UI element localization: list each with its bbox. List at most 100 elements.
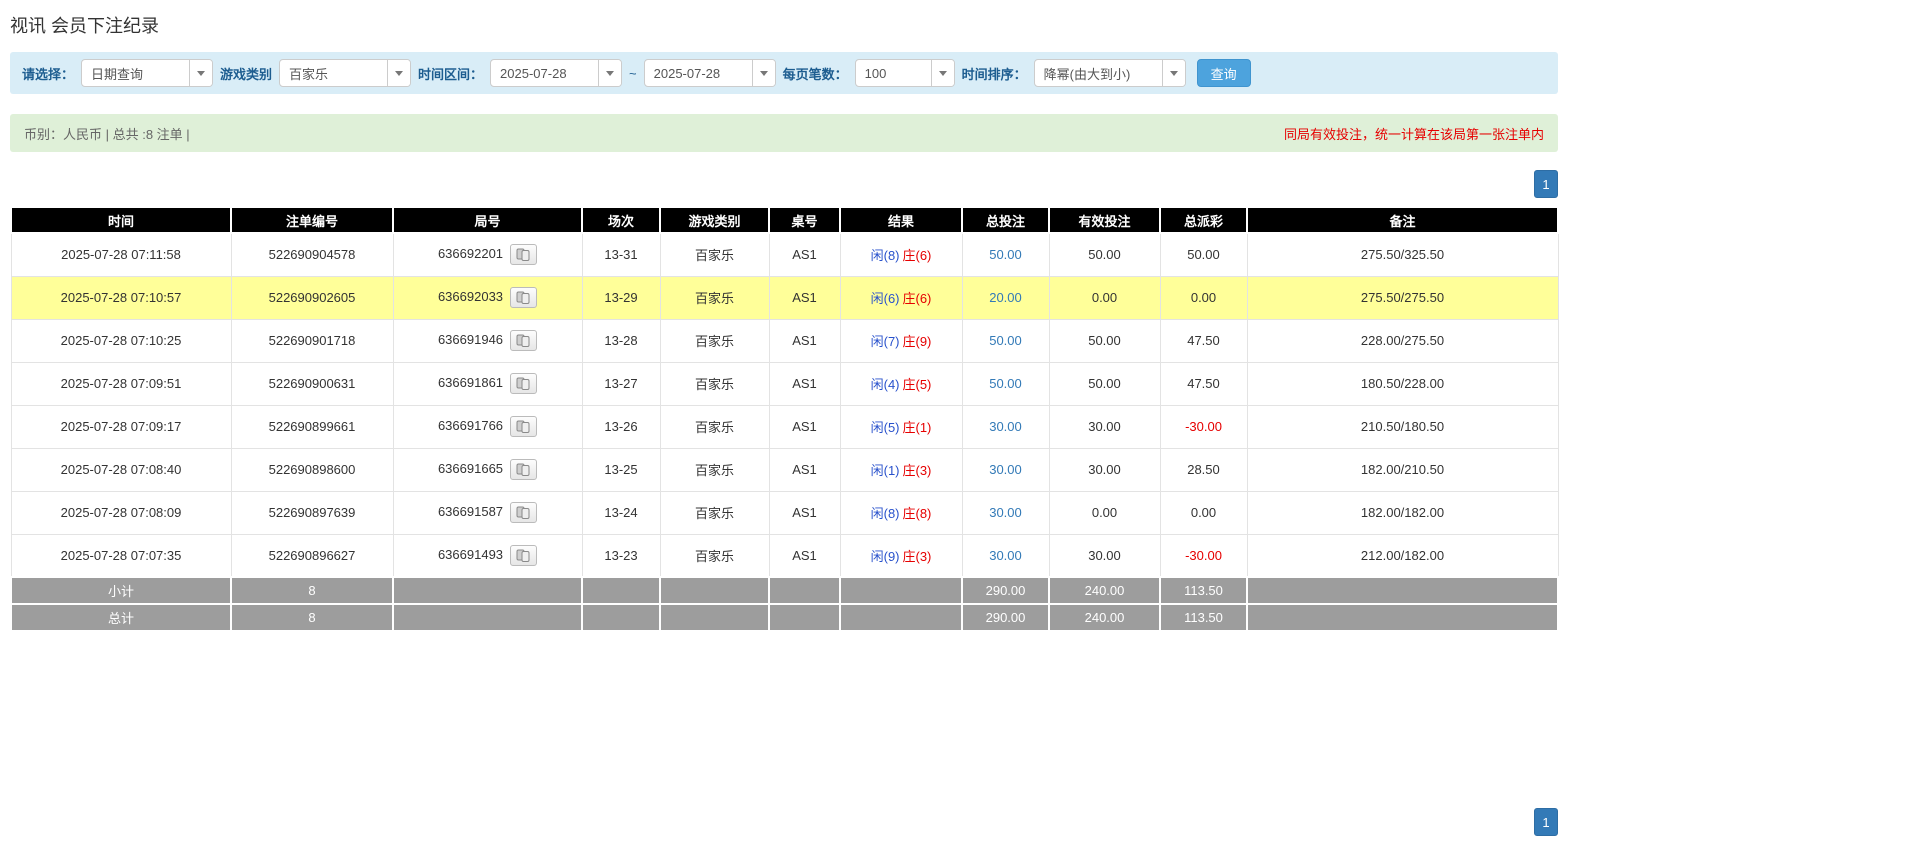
cell-bet-id: 522690902605: [231, 276, 393, 319]
total-label: 总计: [11, 604, 231, 631]
cell-bet-id: 522690898600: [231, 448, 393, 491]
cell-valid-bet: 50.00: [1049, 362, 1160, 405]
cell-valid-bet: 0.00: [1049, 276, 1160, 319]
date-from-dropdown-button[interactable]: [598, 60, 621, 86]
cards-icon: [516, 291, 531, 304]
cell-session: 13-24: [582, 491, 660, 534]
cell-remark: 180.50/228.00: [1247, 362, 1558, 405]
game-type-label: 游戏类别: [220, 64, 272, 83]
view-round-cards-button[interactable]: [510, 373, 537, 394]
result-banker: 庄(3): [903, 549, 932, 564]
cell-game-type: 百家乐: [660, 233, 769, 276]
result-banker: 庄(6): [903, 248, 932, 263]
time-sort-dropdown-button[interactable]: [1162, 60, 1185, 86]
cell-bet-id: 522690897639: [231, 491, 393, 534]
view-round-cards-button[interactable]: [510, 330, 537, 351]
subtotal-payout: 113.50: [1160, 577, 1247, 604]
result-banker: 庄(8): [903, 506, 932, 521]
total-bet-link[interactable]: 30.00: [989, 462, 1022, 477]
total-bet-link[interactable]: 20.00: [989, 290, 1022, 305]
game-type-dropdown-button[interactable]: [387, 60, 410, 86]
total-bet-link[interactable]: 50.00: [989, 247, 1022, 262]
bet-records-table: 时间 注单编号 局号 场次 游戏类别 桌号 结果 总投注 有效投注 总派彩 备注…: [10, 206, 1559, 632]
view-round-cards-button[interactable]: [510, 416, 537, 437]
pagination-top: 1: [10, 170, 1558, 198]
result-player: 闲(8): [871, 506, 900, 521]
table-body: 2025-07-28 07:11:58 522690904578 6366922…: [11, 233, 1558, 577]
cell-round-id: 636691766: [393, 405, 582, 448]
total-bet-link[interactable]: 50.00: [989, 376, 1022, 391]
subtotal-label: 小计: [11, 577, 231, 604]
cell-table-no: AS1: [769, 491, 840, 534]
header-result: 结果: [840, 207, 962, 233]
view-round-cards-button[interactable]: [510, 244, 537, 265]
table-row: 2025-07-28 07:10:25 522690901718 6366919…: [11, 319, 1558, 362]
page-button-1[interactable]: 1: [1534, 170, 1558, 198]
view-round-cards-button[interactable]: [510, 502, 537, 523]
cell-payout: -30.00: [1160, 534, 1247, 577]
cell-session: 13-29: [582, 276, 660, 319]
date-to-select[interactable]: 2025-07-28: [644, 59, 776, 87]
date-to-dropdown-button[interactable]: [752, 60, 775, 86]
page-button-1-bottom[interactable]: 1: [1534, 808, 1558, 836]
cell-round-id: 636691861: [393, 362, 582, 405]
total-bet-link[interactable]: 30.00: [989, 419, 1022, 434]
time-sort-select[interactable]: 降幂(由大到小): [1034, 59, 1186, 87]
total-bet-link[interactable]: 30.00: [989, 548, 1022, 563]
game-type-select[interactable]: 百家乐: [279, 59, 411, 87]
date-range-label: 时间区间：: [418, 64, 483, 83]
date-from-select[interactable]: 2025-07-28: [490, 59, 622, 87]
date-from-value: 2025-07-28: [491, 60, 598, 86]
cell-result: 闲(7)庄(9): [840, 319, 962, 362]
cell-valid-bet: 30.00: [1049, 405, 1160, 448]
cell-payout: 50.00: [1160, 233, 1247, 276]
query-type-dropdown-button[interactable]: [189, 60, 212, 86]
view-round-cards-button[interactable]: [510, 545, 537, 566]
cell-result: 闲(5)庄(1): [840, 405, 962, 448]
page-size-dropdown-button[interactable]: [931, 60, 954, 86]
chevron-down-icon: [395, 71, 403, 76]
table-header: 时间 注单编号 局号 场次 游戏类别 桌号 结果 总投注 有效投注 总派彩 备注: [11, 207, 1558, 233]
cell-total-bet: 30.00: [962, 405, 1049, 448]
page-title: 视讯 会员下注纪录: [10, 12, 1558, 38]
result-banker: 庄(1): [903, 420, 932, 435]
result-player: 闲(7): [871, 334, 900, 349]
cell-bet-id: 522690899661: [231, 405, 393, 448]
cell-game-type: 百家乐: [660, 319, 769, 362]
cell-remark: 228.00/275.50: [1247, 319, 1558, 362]
page-size-select[interactable]: 100: [855, 59, 955, 87]
cell-bet-id: 522690900631: [231, 362, 393, 405]
round-id-value: 636692033: [438, 289, 503, 304]
header-game-type: 游戏类别: [660, 207, 769, 233]
cell-game-type: 百家乐: [660, 362, 769, 405]
cell-payout: -30.00: [1160, 405, 1247, 448]
pagination-bottom: 1: [10, 808, 1558, 836]
cell-time: 2025-07-28 07:07:35: [11, 534, 231, 577]
cards-icon: [516, 463, 531, 476]
cell-session: 13-26: [582, 405, 660, 448]
summary-text: 币别：人民币 | 总共 :8 注单 |: [24, 124, 190, 143]
cell-payout: 47.50: [1160, 319, 1247, 362]
query-type-select[interactable]: 日期查询: [81, 59, 213, 87]
header-session: 场次: [582, 207, 660, 233]
cell-game-type: 百家乐: [660, 276, 769, 319]
total-payout: 113.50: [1160, 604, 1247, 631]
cell-payout: 0.00: [1160, 491, 1247, 534]
view-round-cards-button[interactable]: [510, 287, 537, 308]
game-type-value: 百家乐: [280, 60, 387, 86]
cell-table-no: AS1: [769, 448, 840, 491]
header-bet-id: 注单编号: [231, 207, 393, 233]
table-row: 2025-07-28 07:11:58 522690904578 6366922…: [11, 233, 1558, 276]
date-range-separator: ~: [629, 66, 637, 81]
cell-valid-bet: 50.00: [1049, 319, 1160, 362]
total-bet-link[interactable]: 30.00: [989, 505, 1022, 520]
view-round-cards-button[interactable]: [510, 459, 537, 480]
cell-result: 闲(1)庄(3): [840, 448, 962, 491]
total-bet-link[interactable]: 50.00: [989, 333, 1022, 348]
cell-round-id: 636692033: [393, 276, 582, 319]
search-button[interactable]: 查询: [1197, 59, 1251, 87]
cards-icon: [516, 549, 531, 562]
total-count: 8: [231, 604, 393, 631]
header-payout: 总派彩: [1160, 207, 1247, 233]
cell-time: 2025-07-28 07:11:58: [11, 233, 231, 276]
